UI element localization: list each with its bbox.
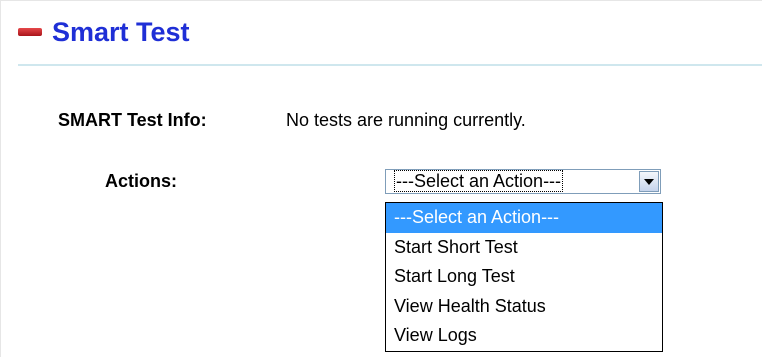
- option-view-health-status[interactable]: View Health Status: [386, 292, 662, 322]
- smart-test-panel: Smart Test SMART Test Info: No tests are…: [0, 0, 762, 357]
- actions-label: Actions:: [105, 171, 177, 191]
- option-view-logs[interactable]: View Logs: [386, 321, 662, 351]
- option-start-short-test[interactable]: Start Short Test: [386, 233, 662, 263]
- actions-dropdown-list: ---Select an Action--- Start Short Test …: [385, 202, 663, 352]
- dropdown-arrow-button[interactable]: [639, 171, 659, 192]
- smart-test-info-label: SMART Test Info:: [58, 110, 207, 130]
- actions-select-value: ---Select an Action---: [386, 170, 639, 192]
- collapse-minus-icon[interactable]: [18, 28, 42, 36]
- option-select-an-action[interactable]: ---Select an Action---: [386, 203, 662, 233]
- header-divider: [18, 64, 762, 66]
- actions-select[interactable]: ---Select an Action---: [385, 169, 661, 194]
- section-title: Smart Test: [52, 16, 190, 47]
- option-start-long-test[interactable]: Start Long Test: [386, 262, 662, 292]
- actions-select-focus: ---Select an Action---: [394, 170, 564, 192]
- smart-test-info-value: No tests are running currently.: [286, 110, 526, 130]
- chevron-down-icon: [644, 178, 654, 185]
- section-header[interactable]: Smart Test: [18, 14, 190, 50]
